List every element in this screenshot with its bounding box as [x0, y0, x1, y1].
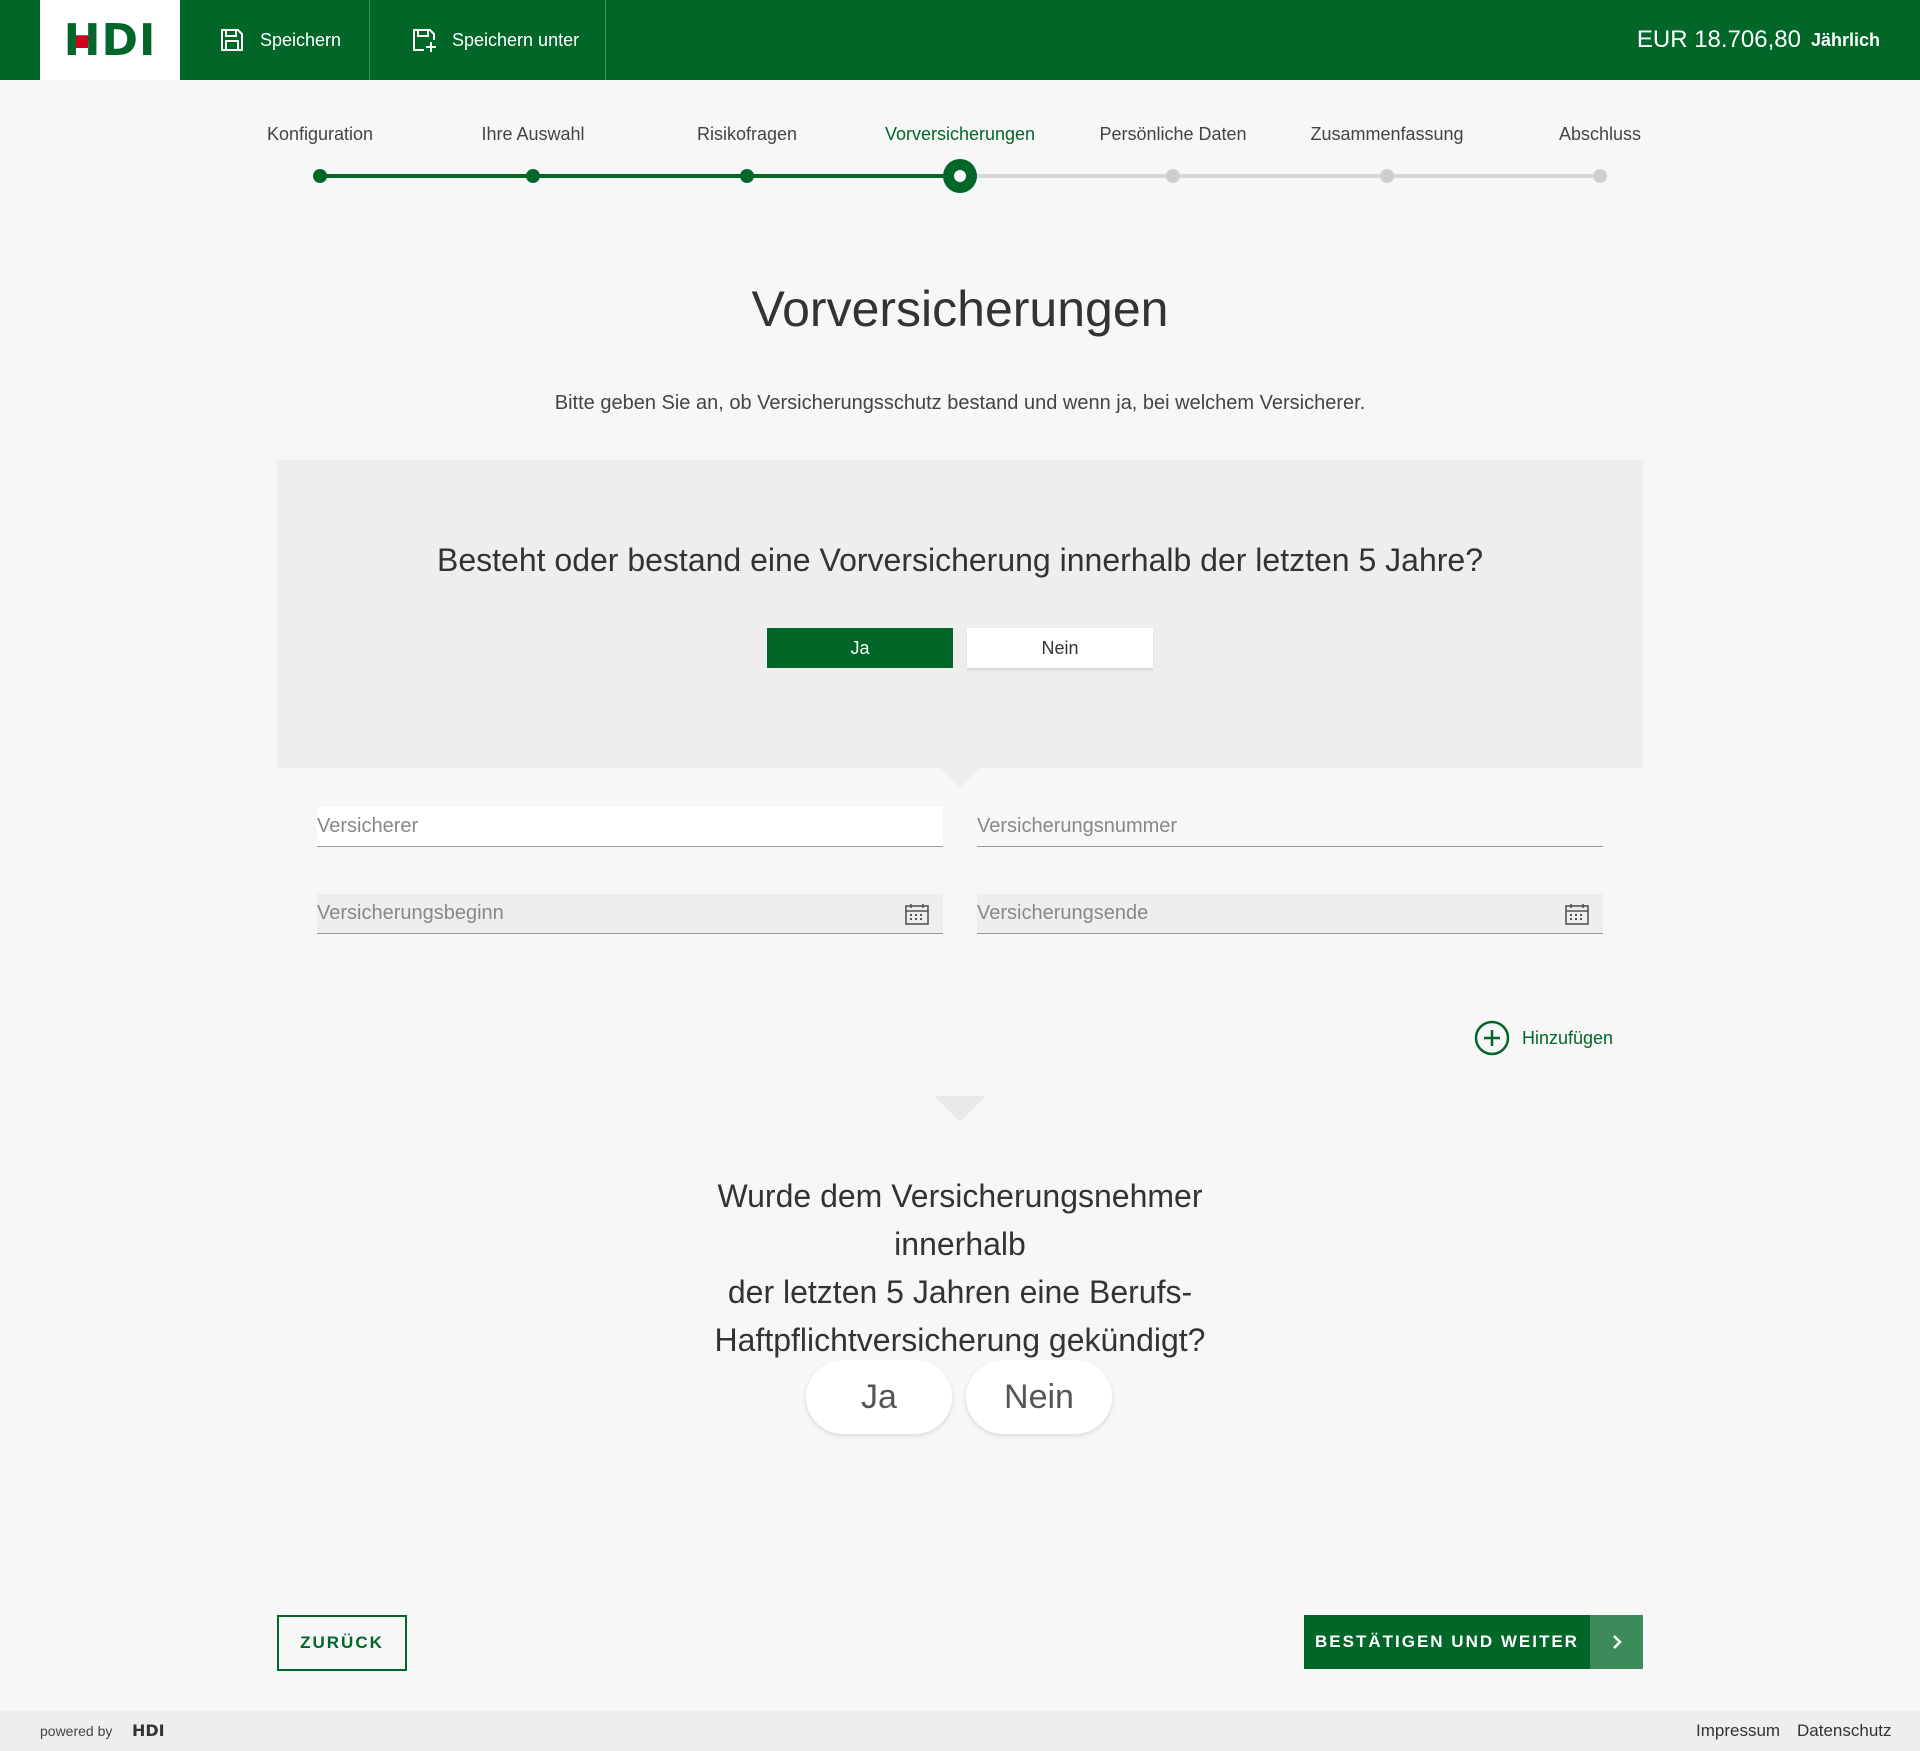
progress-stepper: Konfiguration Ihre Auswahl Risikofragen …: [0, 80, 1920, 200]
step-vorversicherungen[interactable]: Vorversicherungen: [885, 124, 1035, 145]
confirm-next-button[interactable]: BESTÄTIGEN UND WEITER: [1304, 1615, 1643, 1669]
step-zusammenfassung: Zusammenfassung: [1310, 124, 1464, 144]
step-abschluss: Abschluss: [1558, 124, 1642, 144]
footer: powered by HDI Impressum Datenschutz: [0, 1711, 1920, 1751]
step-dot-active: [943, 159, 977, 193]
page-subtitle: Bitte geben Sie an, ob Versicherungsschu…: [554, 392, 1366, 414]
policy-number-field[interactable]: [977, 807, 1603, 847]
step-dot[interactable]: [313, 169, 327, 183]
calendar-icon[interactable]: [1565, 903, 1589, 925]
add-prior-insurance-button[interactable]: Hinzufügen: [1474, 1020, 1613, 1056]
insurance-end-field[interactable]: [977, 894, 1603, 934]
prior-insurance-yes-button[interactable]: Ja: [767, 628, 953, 668]
policy-number-input[interactable]: [977, 807, 1603, 846]
step-dot[interactable]: [526, 169, 540, 183]
confirm-next-label: BESTÄTIGEN UND WEITER: [1315, 1632, 1579, 1651]
question-liability-cancelled: Wurde dem Versicherungsnehmer innerhalb …: [660, 1172, 1260, 1364]
step-konfiguration[interactable]: Konfiguration: [267, 124, 373, 145]
logo-text: HDI: [63, 14, 157, 66]
premium-display: EUR 18.706,80 Jährlich: [1637, 0, 1880, 80]
prior-insurance-question-panel: Besteht oder bestand eine Vorversicherun…: [277, 460, 1643, 768]
stepper-track-done: [320, 174, 960, 178]
save-as-button[interactable]: Speichern unter: [370, 0, 606, 80]
insurance-end-input[interactable]: [977, 894, 1603, 933]
step-risikofragen[interactable]: Risikofragen: [697, 124, 797, 145]
step-dot: [1593, 169, 1607, 183]
insurer-field[interactable]: [317, 807, 943, 847]
save-as-label: Speichern unter: [452, 29, 580, 50]
save-button[interactable]: Speichern: [180, 0, 370, 80]
step-ihre-auswahl[interactable]: Ihre Auswahl: [481, 124, 584, 145]
liability-cancelled-yes-button[interactable]: Ja: [806, 1360, 952, 1434]
insurance-start-input[interactable]: [317, 894, 943, 933]
premium-amount: EUR 18.706,80: [1636, 26, 1801, 53]
back-button[interactable]: ZURÜCK: [277, 1615, 407, 1671]
question-line: Wurde dem Versicherungsnehmer innerhalb: [717, 1178, 1203, 1262]
save-icon: [221, 29, 243, 51]
question-line: der letzten 5 Jahren eine Berufs-: [727, 1274, 1193, 1310]
save-label: Speichern: [260, 29, 342, 50]
calendar-icon[interactable]: [905, 903, 929, 925]
question-line: Haftpflichtversicherung gekündigt?: [714, 1322, 1206, 1358]
panel-pointer: [940, 768, 980, 788]
footer-logo: HDI: [132, 1721, 165, 1740]
impressum-link[interactable]: Impressum: [1696, 1721, 1780, 1741]
step-persoenliche-daten: Persönliche Daten: [1099, 124, 1247, 144]
step-dot: [1380, 169, 1394, 183]
liability-cancelled-no-button[interactable]: Nein: [966, 1360, 1112, 1434]
insurer-input[interactable]: [317, 807, 943, 846]
prior-insurance-no-button[interactable]: Nein: [967, 628, 1153, 668]
page-title: Vorversicherungen: [751, 281, 1169, 337]
stepper-track-todo: [960, 174, 1600, 178]
question-prior-insurance: Besteht oder bestand eine Vorversicherun…: [436, 542, 1483, 578]
premium-period: Jährlich: [1810, 29, 1880, 50]
add-label: Hinzufügen: [1522, 1027, 1614, 1048]
save-as-icon: [413, 29, 436, 52]
hdi-logo[interactable]: HDI: [40, 0, 180, 80]
plus-circle-icon: [1474, 1020, 1510, 1056]
chevron-right-icon: [1590, 1615, 1643, 1669]
powered-by-text: powered by: [40, 1723, 113, 1739]
step-dot[interactable]: [740, 169, 754, 183]
step-dot: [1166, 169, 1180, 183]
datenschutz-link[interactable]: Datenschutz: [1797, 1721, 1892, 1741]
top-bar: HDI Speichern Speichern unter EUR 18.706…: [0, 0, 1920, 80]
insurance-start-field[interactable]: [317, 894, 943, 934]
section-divider-arrow: [934, 1096, 986, 1122]
